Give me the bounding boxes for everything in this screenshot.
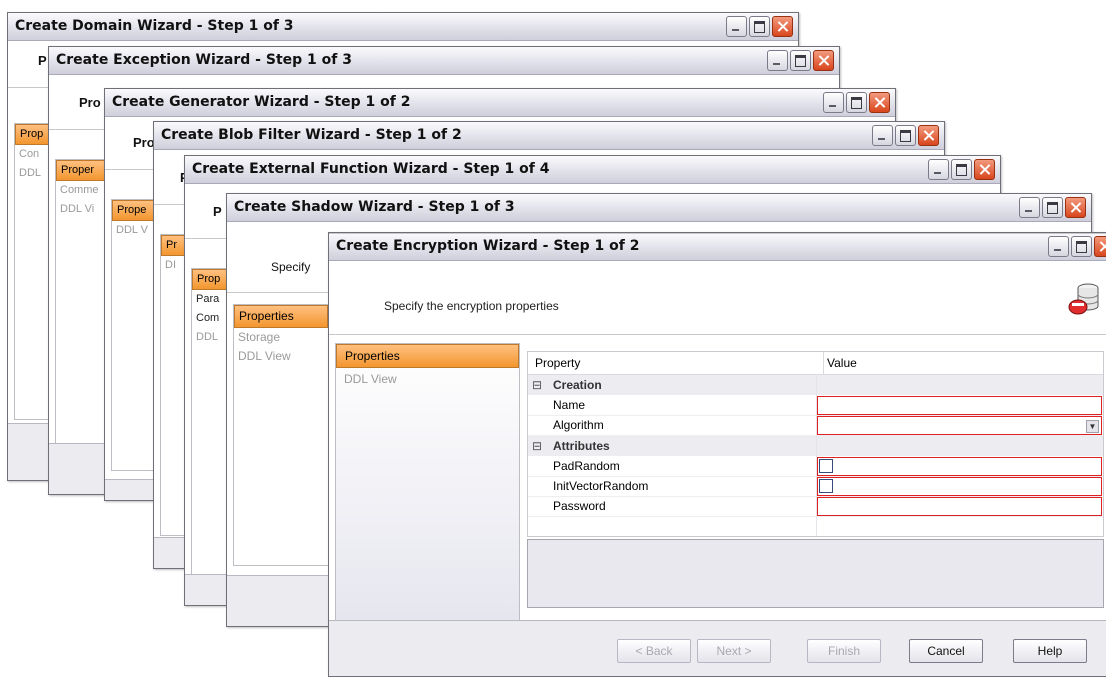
category-label: Attributes xyxy=(553,439,610,453)
property-label: PadRandom xyxy=(553,459,620,473)
page-heading: Specify xyxy=(271,260,311,274)
nav-item-properties[interactable]: Proper xyxy=(56,160,110,181)
property-grid-header: Property Value xyxy=(528,352,1103,375)
maximize-icon[interactable] xyxy=(951,159,972,180)
window-title: Create External Function Wizard - Step 1… xyxy=(192,161,550,177)
page-heading: Pro xyxy=(79,95,101,110)
help-button[interactable]: Help xyxy=(1013,639,1087,663)
close-icon[interactable] xyxy=(918,125,939,146)
wizard-nav: Proper Comme DDL Vi xyxy=(55,159,111,444)
chevron-down-icon[interactable]: ▼ xyxy=(1086,420,1099,433)
close-icon[interactable] xyxy=(772,16,793,37)
maximize-icon[interactable] xyxy=(846,92,867,113)
back-button[interactable]: < Back xyxy=(617,639,691,663)
category-label: Creation xyxy=(553,378,602,392)
wizard-nav: Properties Storage DDL View xyxy=(233,304,329,566)
window-titlebar[interactable]: Create Blob Filter Wizard - Step 1 of 2 xyxy=(154,122,944,150)
window-title: Create Domain Wizard - Step 1 of 3 xyxy=(15,18,294,34)
property-grid: Property Value ⊟ Creation Name Algorithm… xyxy=(527,351,1104,537)
encryption-database-icon xyxy=(1068,283,1099,315)
maximize-icon[interactable] xyxy=(1071,236,1092,257)
nav-item-properties[interactable]: Properties xyxy=(234,305,328,328)
maximize-icon[interactable] xyxy=(1042,197,1063,218)
name-field[interactable] xyxy=(817,396,1102,415)
close-icon[interactable] xyxy=(869,92,890,113)
window-titlebar[interactable]: Create Generator Wizard - Step 1 of 2 xyxy=(105,89,895,117)
window-title: Create Encryption Wizard - Step 1 of 2 xyxy=(336,238,640,254)
nav-item-comment[interactable]: Comme xyxy=(56,181,110,200)
window-title: Create Shadow Wizard - Step 1 of 3 xyxy=(234,199,515,215)
close-icon[interactable] xyxy=(1065,197,1086,218)
property-label: Password xyxy=(553,499,606,513)
window-titlebar[interactable]: Create Encryption Wizard - Step 1 of 2 xyxy=(329,233,1106,261)
close-icon[interactable] xyxy=(974,159,995,180)
padrandom-checkbox[interactable] xyxy=(819,459,833,473)
nav-item-properties[interactable]: Properties xyxy=(336,344,519,368)
nav-item-ddl-view[interactable]: DDL View xyxy=(336,368,519,390)
algorithm-dropdown[interactable]: ▼ xyxy=(817,416,1102,435)
initvectorrandom-field xyxy=(817,477,1102,496)
finish-button[interactable]: Finish xyxy=(807,639,881,663)
window-titlebar[interactable]: Create External Function Wizard - Step 1… xyxy=(185,156,1000,184)
window-create-encryption: Create Encryption Wizard - Step 1 of 2 S… xyxy=(328,232,1106,677)
window-title: Create Exception Wizard - Step 1 of 3 xyxy=(56,52,352,68)
close-icon[interactable] xyxy=(813,50,834,71)
close-icon[interactable] xyxy=(1094,236,1106,257)
column-header-property[interactable]: Property xyxy=(535,352,580,374)
property-label: Name xyxy=(553,398,586,412)
window-title: Create Blob Filter Wizard - Step 1 of 2 xyxy=(161,127,462,143)
window-titlebar[interactable]: Create Exception Wizard - Step 1 of 3 xyxy=(49,47,839,75)
password-field[interactable] xyxy=(817,497,1102,516)
page-heading: Specify the encryption properties xyxy=(384,299,559,313)
minimize-icon[interactable] xyxy=(1019,197,1040,218)
next-button[interactable]: Next > xyxy=(697,639,771,663)
nav-item-ddl-view[interactable]: DDL Vi xyxy=(56,200,110,219)
nav-item-ddl-view[interactable]: DDL View xyxy=(234,347,328,366)
property-label: Algorithm xyxy=(553,418,604,432)
page-heading: P xyxy=(38,53,47,68)
page-heading: Pro xyxy=(133,135,155,150)
property-label: InitVectorRandom xyxy=(553,479,649,493)
property-grid-divider xyxy=(816,374,817,536)
cancel-button[interactable]: Cancel xyxy=(909,639,983,663)
minimize-icon[interactable] xyxy=(872,125,893,146)
maximize-icon[interactable] xyxy=(790,50,811,71)
column-header-value[interactable]: Value xyxy=(823,352,857,374)
initvectorrandom-checkbox[interactable] xyxy=(819,479,833,493)
minimize-icon[interactable] xyxy=(823,92,844,113)
minimize-icon[interactable] xyxy=(767,50,788,71)
maximize-icon[interactable] xyxy=(895,125,916,146)
nav-item-storage[interactable]: Storage xyxy=(234,328,328,347)
property-description-box xyxy=(527,539,1104,608)
page-heading: P xyxy=(213,204,222,219)
padrandom-field xyxy=(817,457,1102,476)
window-title: Create Generator Wizard - Step 1 of 2 xyxy=(112,94,411,110)
maximize-icon[interactable] xyxy=(749,16,770,37)
window-titlebar[interactable]: Create Domain Wizard - Step 1 of 3 xyxy=(8,13,798,41)
minimize-icon[interactable] xyxy=(1048,236,1069,257)
collapse-icon[interactable]: ⊟ xyxy=(532,436,542,456)
wizard-nav: Properties DDL View xyxy=(335,343,520,621)
window-titlebar[interactable]: Create Shadow Wizard - Step 1 of 3 xyxy=(227,194,1091,222)
collapse-icon[interactable]: ⊟ xyxy=(532,375,542,395)
minimize-icon[interactable] xyxy=(726,16,747,37)
minimize-icon[interactable] xyxy=(928,159,949,180)
